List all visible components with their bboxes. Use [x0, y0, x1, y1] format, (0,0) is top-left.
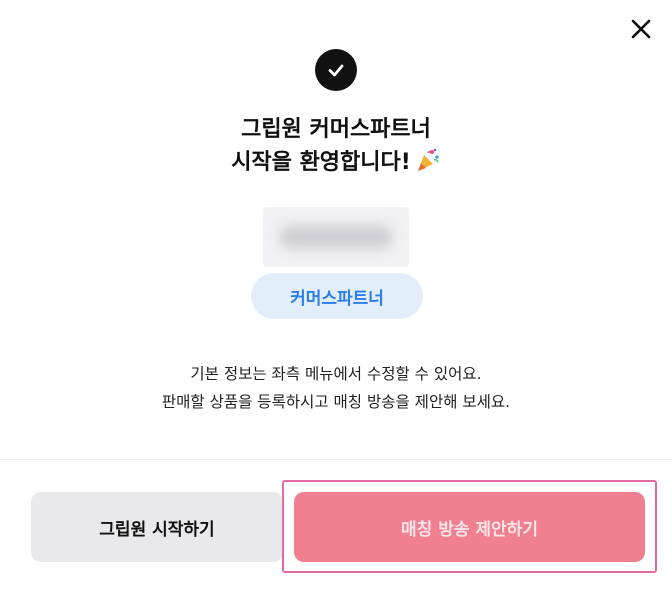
welcome-title-line2: 시작을 환영합니다! [0, 146, 672, 183]
profile-name-blurred [263, 207, 409, 267]
description: 기본 정보는 좌측 메뉴에서 수정할 수 있어요. 판매할 상품을 등록하시고 … [0, 360, 672, 416]
role-chip: 커머스파트너 [251, 273, 423, 319]
footer-divider [0, 459, 672, 460]
description-line2: 판매할 상품을 등록하시고 매칭 방송을 제안해 보세요. [161, 393, 511, 411]
start-button[interactable]: 그립원 시작하기 [31, 492, 283, 562]
close-button[interactable] [624, 14, 658, 48]
welcome-title-line2-text: 시작을 환영합니다! [231, 150, 411, 175]
close-icon [630, 18, 652, 44]
check-circle-icon [315, 49, 357, 91]
party-popper-icon [415, 147, 441, 183]
propose-broadcast-button[interactable]: 매칭 방송 제안하기 [294, 492, 645, 562]
welcome-title: 그립원 커머스파트너 시작을 환영합니다! [0, 113, 672, 183]
welcome-title-line1: 그립원 커머스파트너 [241, 117, 431, 142]
description-line1: 기본 정보는 좌측 메뉴에서 수정할 수 있어요. [190, 365, 482, 383]
